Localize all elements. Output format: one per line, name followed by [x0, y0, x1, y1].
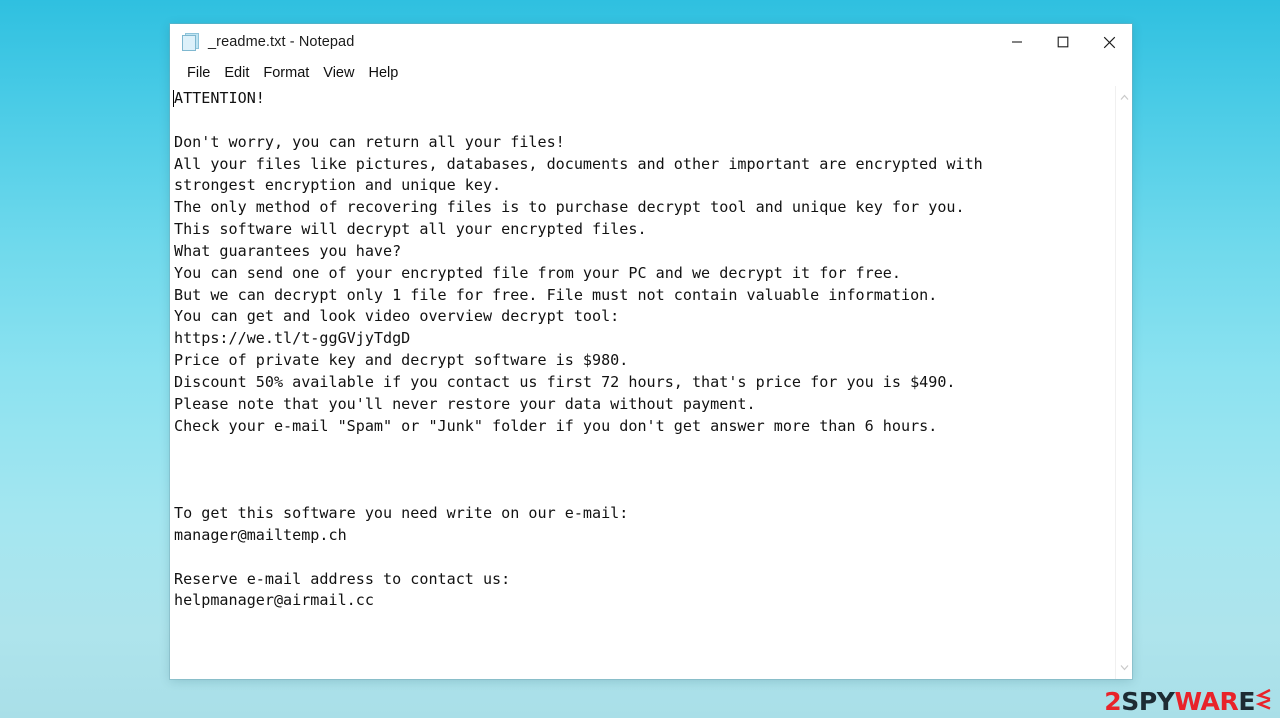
vertical-scrollbar[interactable]	[1115, 86, 1132, 679]
chevron-mark-glyph	[1255, 688, 1271, 710]
text-editor[interactable]: ATTENTION! Don't worry, you can return a…	[170, 86, 1115, 679]
scrollbar-track[interactable]	[1116, 106, 1133, 659]
close-icon	[1103, 36, 1115, 48]
minimize-button[interactable]	[994, 24, 1040, 60]
scroll-up-button[interactable]	[1116, 89, 1133, 106]
watermark-part-e: E	[1238, 686, 1255, 716]
notepad-window: _readme.txt - Notepad File Edit Format V…	[170, 24, 1132, 679]
editor-area: ATTENTION! Don't worry, you can return a…	[170, 86, 1132, 679]
window-title: _readme.txt - Notepad	[208, 34, 355, 50]
scroll-down-button[interactable]	[1116, 659, 1133, 676]
menu-bar: File Edit Format View Help	[170, 60, 1132, 86]
watermark-part-spy: SPY	[1121, 686, 1175, 716]
notepad-document-icon	[182, 33, 200, 51]
close-button[interactable]	[1086, 24, 1132, 60]
window-controls	[994, 24, 1132, 60]
maximize-icon	[1057, 36, 1069, 48]
minimize-icon	[1012, 41, 1022, 43]
watermark-part-2: 2	[1104, 686, 1122, 716]
watermark-part-war: WAR	[1174, 686, 1239, 716]
menu-item-file[interactable]: File	[180, 64, 217, 82]
menu-item-edit[interactable]: Edit	[217, 64, 256, 82]
watermark-2spyware: 2 SPY WAR E	[1104, 688, 1272, 714]
chevron-down-icon	[1120, 665, 1128, 671]
ransom-note-text[interactable]: ATTENTION! Don't worry, you can return a…	[170, 86, 1115, 612]
chevron-up-icon	[1120, 94, 1128, 100]
menu-item-help[interactable]: Help	[361, 64, 405, 82]
maximize-button[interactable]	[1040, 24, 1086, 60]
title-bar[interactable]: _readme.txt - Notepad	[170, 24, 1132, 60]
menu-item-view[interactable]: View	[316, 64, 361, 82]
menu-item-format[interactable]: Format	[256, 64, 316, 82]
chevron-mark-icon	[1255, 688, 1272, 714]
